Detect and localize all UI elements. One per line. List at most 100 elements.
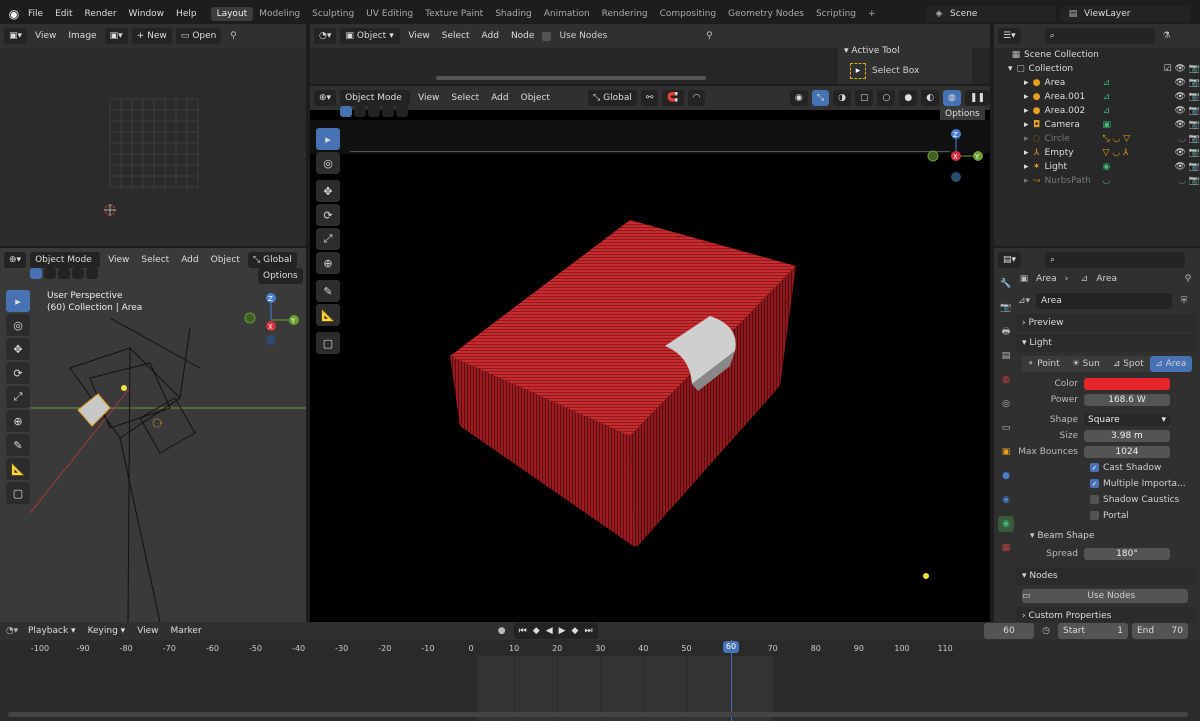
small-annotate-tool-icon[interactable]: ✎	[6, 434, 30, 456]
shadow-caustics-row[interactable]: Shadow Caustics	[1016, 492, 1196, 507]
timeline-view-menu[interactable]: View	[133, 626, 162, 636]
small-transform-dropdown[interactable]: ⤡ Global	[247, 252, 297, 268]
outliner-item-camera[interactable]: ▸ ◘ Camera ▣ 👁 📷	[994, 118, 1200, 132]
blender-logo-icon[interactable]: ◉	[6, 6, 22, 22]
visibility-icons[interactable]: 👁 📷	[1175, 162, 1200, 172]
select-box-tool[interactable]: ▸ Select Box	[838, 60, 972, 82]
collection-check-icon[interactable]: ☑ 👁 📷	[1164, 64, 1200, 74]
tool-tab-icon[interactable]: 🔧	[998, 276, 1014, 292]
shading-wire-icon[interactable]: ○	[877, 90, 896, 106]
shading-rendered-icon[interactable]: ◍	[943, 90, 961, 106]
play-icon[interactable]: ▶	[559, 626, 566, 636]
main-cursor-tool-icon[interactable]: ◎	[316, 152, 340, 174]
tab-shading[interactable]: Shading	[489, 7, 538, 21]
snap-icon[interactable]: 🧲	[662, 90, 684, 106]
light-type-spot[interactable]: ⊿ Spot	[1107, 359, 1150, 369]
xray-icon[interactable]: ▢	[854, 90, 874, 106]
tab-animation[interactable]: Animation	[538, 7, 596, 21]
visibility-icons[interactable]: ◡ 📷	[1178, 176, 1200, 186]
main-select-set-icon[interactable]	[340, 106, 352, 117]
jump-start-icon[interactable]: ⏮	[519, 626, 527, 636]
tab-layout[interactable]: Layout	[210, 7, 254, 21]
select-mode-invert-icon[interactable]	[72, 268, 84, 279]
properties-pin-icon[interactable]: ⚲	[1180, 271, 1196, 287]
outliner-item-area-002[interactable]: ▸ ● Area.002 ⊿ 👁 📷	[994, 104, 1200, 118]
physics-tab-icon[interactable]: ●	[998, 468, 1014, 484]
menu-file[interactable]: File	[22, 9, 49, 19]
portal-row[interactable]: Portal	[1016, 508, 1196, 523]
main-scale-tool-icon[interactable]: ⤢	[316, 228, 340, 250]
light-data-tab-icon[interactable]: ◉	[998, 516, 1014, 532]
main-select-intersect-icon[interactable]	[396, 106, 408, 117]
multiple-importance-checkbox[interactable]: ✓	[1090, 479, 1099, 488]
outliner-item-circle[interactable]: ▸ ◌ Circle ⤡ ◡ ▽ ◡ 📷	[994, 132, 1200, 146]
properties-search[interactable]: ⌕	[1045, 252, 1186, 268]
shader-type-dropdown[interactable]: ▣ Object ▾	[340, 28, 401, 44]
open-image-button[interactable]: ▭ Open	[175, 28, 222, 44]
outliner-item-area[interactable]: ▸ ● Area ⊿ 👁 📷	[994, 76, 1200, 90]
use-nodes-checkbox[interactable]	[542, 31, 552, 41]
prev-keyframe-icon[interactable]: ◆	[533, 626, 540, 636]
image-mode-button[interactable]: ▣▾	[104, 28, 128, 44]
main-transform-dropdown[interactable]: ⤡ Global	[587, 90, 637, 106]
world-tab-icon[interactable]: ◎	[998, 396, 1014, 412]
new-image-button[interactable]: + New	[131, 28, 172, 44]
collection-row[interactable]: ▾ ▢ Collection ☑ 👁 📷	[994, 62, 1200, 76]
tab-scripting[interactable]: Scripting	[810, 7, 862, 21]
collection-tab-icon[interactable]: ▭	[998, 420, 1014, 436]
main-select-extend-icon[interactable]	[354, 106, 366, 117]
visibility-icons[interactable]: 👁 📷	[1175, 120, 1200, 130]
shading-material-icon[interactable]: ◐	[921, 90, 940, 106]
main-select-menu[interactable]: Select	[447, 93, 483, 103]
start-frame-field[interactable]: Start 1	[1058, 623, 1128, 639]
portal-checkbox[interactable]	[1090, 511, 1099, 520]
record-icon[interactable]: ●	[494, 623, 510, 639]
outliner-item-area-001[interactable]: ▸ ● Area.001 ⊿ 👁 📷	[994, 90, 1200, 104]
small-select-menu[interactable]: Select	[137, 255, 173, 265]
main-annotate-tool-icon[interactable]: ✎	[316, 280, 340, 302]
small-view-menu[interactable]: View	[104, 255, 133, 265]
clock-icon[interactable]: ◷	[1038, 623, 1054, 639]
main-mode-dropdown[interactable]: Object Mode	[340, 90, 411, 106]
outliner-search[interactable]: ⌕	[1044, 28, 1155, 44]
tab-modeling[interactable]: Modeling	[253, 7, 306, 21]
texture-tab-icon[interactable]: ▦	[998, 540, 1014, 556]
constraints-tab-icon[interactable]: ◉	[998, 492, 1014, 508]
cast-shadow-checkbox[interactable]: ✓	[1090, 463, 1099, 472]
tab-compositing[interactable]: Compositing	[654, 7, 722, 21]
select-mode-subtract-icon[interactable]	[58, 268, 70, 279]
bounces-field[interactable]: 1024	[1084, 445, 1170, 458]
spread-field[interactable]: 180°	[1084, 547, 1170, 560]
small-transform-tool-icon[interactable]: ⊕	[6, 410, 30, 432]
output-tab-icon[interactable]: 🖶	[998, 324, 1014, 340]
timeline-scrollbar[interactable]	[8, 712, 1188, 717]
main-object-menu[interactable]: Object	[517, 93, 554, 103]
light-section[interactable]: ▾ Light	[1016, 334, 1196, 352]
playhead-label[interactable]: 60	[723, 641, 739, 653]
small-rotate-tool-icon[interactable]: ⟳	[6, 362, 30, 384]
gizmo-toggle-icon[interactable]: ⤡	[811, 90, 830, 106]
keying-menu[interactable]: Keying ▾	[84, 626, 130, 636]
size-field[interactable]: 3.98 m	[1084, 429, 1170, 442]
marker-menu[interactable]: Marker	[167, 626, 206, 636]
outliner-filter-icon[interactable]: ⚗	[1159, 28, 1175, 44]
outliner-item-empty[interactable]: ▸ ⅄ Empty ▽ ◡ ⅄ 👁 📷	[994, 146, 1200, 160]
proportional-edit-icon[interactable]: ◠	[687, 90, 706, 106]
playback-menu[interactable]: Playback ▾	[24, 626, 80, 636]
viewport-small[interactable]: ⊕▾ Object Mode View Select Add Object ⤡ …	[0, 248, 306, 622]
node-add-menu[interactable]: Add	[478, 31, 503, 41]
scene-collection-row[interactable]: ▦ Scene Collection	[994, 48, 1200, 62]
image-image-menu[interactable]: Image	[64, 31, 100, 41]
timeline-ruler[interactable]: -100 -90 -80 -70 -60 -50 -40 -30 -20 -10 0 10 20 30 40…	[0, 640, 1200, 721]
small-add-cube-tool-icon[interactable]: ▢	[6, 482, 30, 504]
tab-uv-editing[interactable]: UV Editing	[360, 7, 419, 21]
main-navigation-gizmo[interactable]: Z Y X	[920, 126, 990, 186]
light-type-area[interactable]: ⊿ Area	[1149, 356, 1192, 372]
small-add-menu[interactable]: Add	[177, 255, 202, 265]
pin-icon[interactable]: ⚲	[225, 28, 241, 44]
main-measure-tool-icon[interactable]: 📐	[316, 304, 340, 326]
image-view-menu[interactable]: View	[31, 31, 60, 41]
small-select-tool-icon[interactable]: ▸	[6, 290, 30, 312]
small-measure-tool-icon[interactable]: 📐	[6, 458, 30, 480]
main-transform-tool-icon[interactable]: ⊕	[316, 252, 340, 274]
